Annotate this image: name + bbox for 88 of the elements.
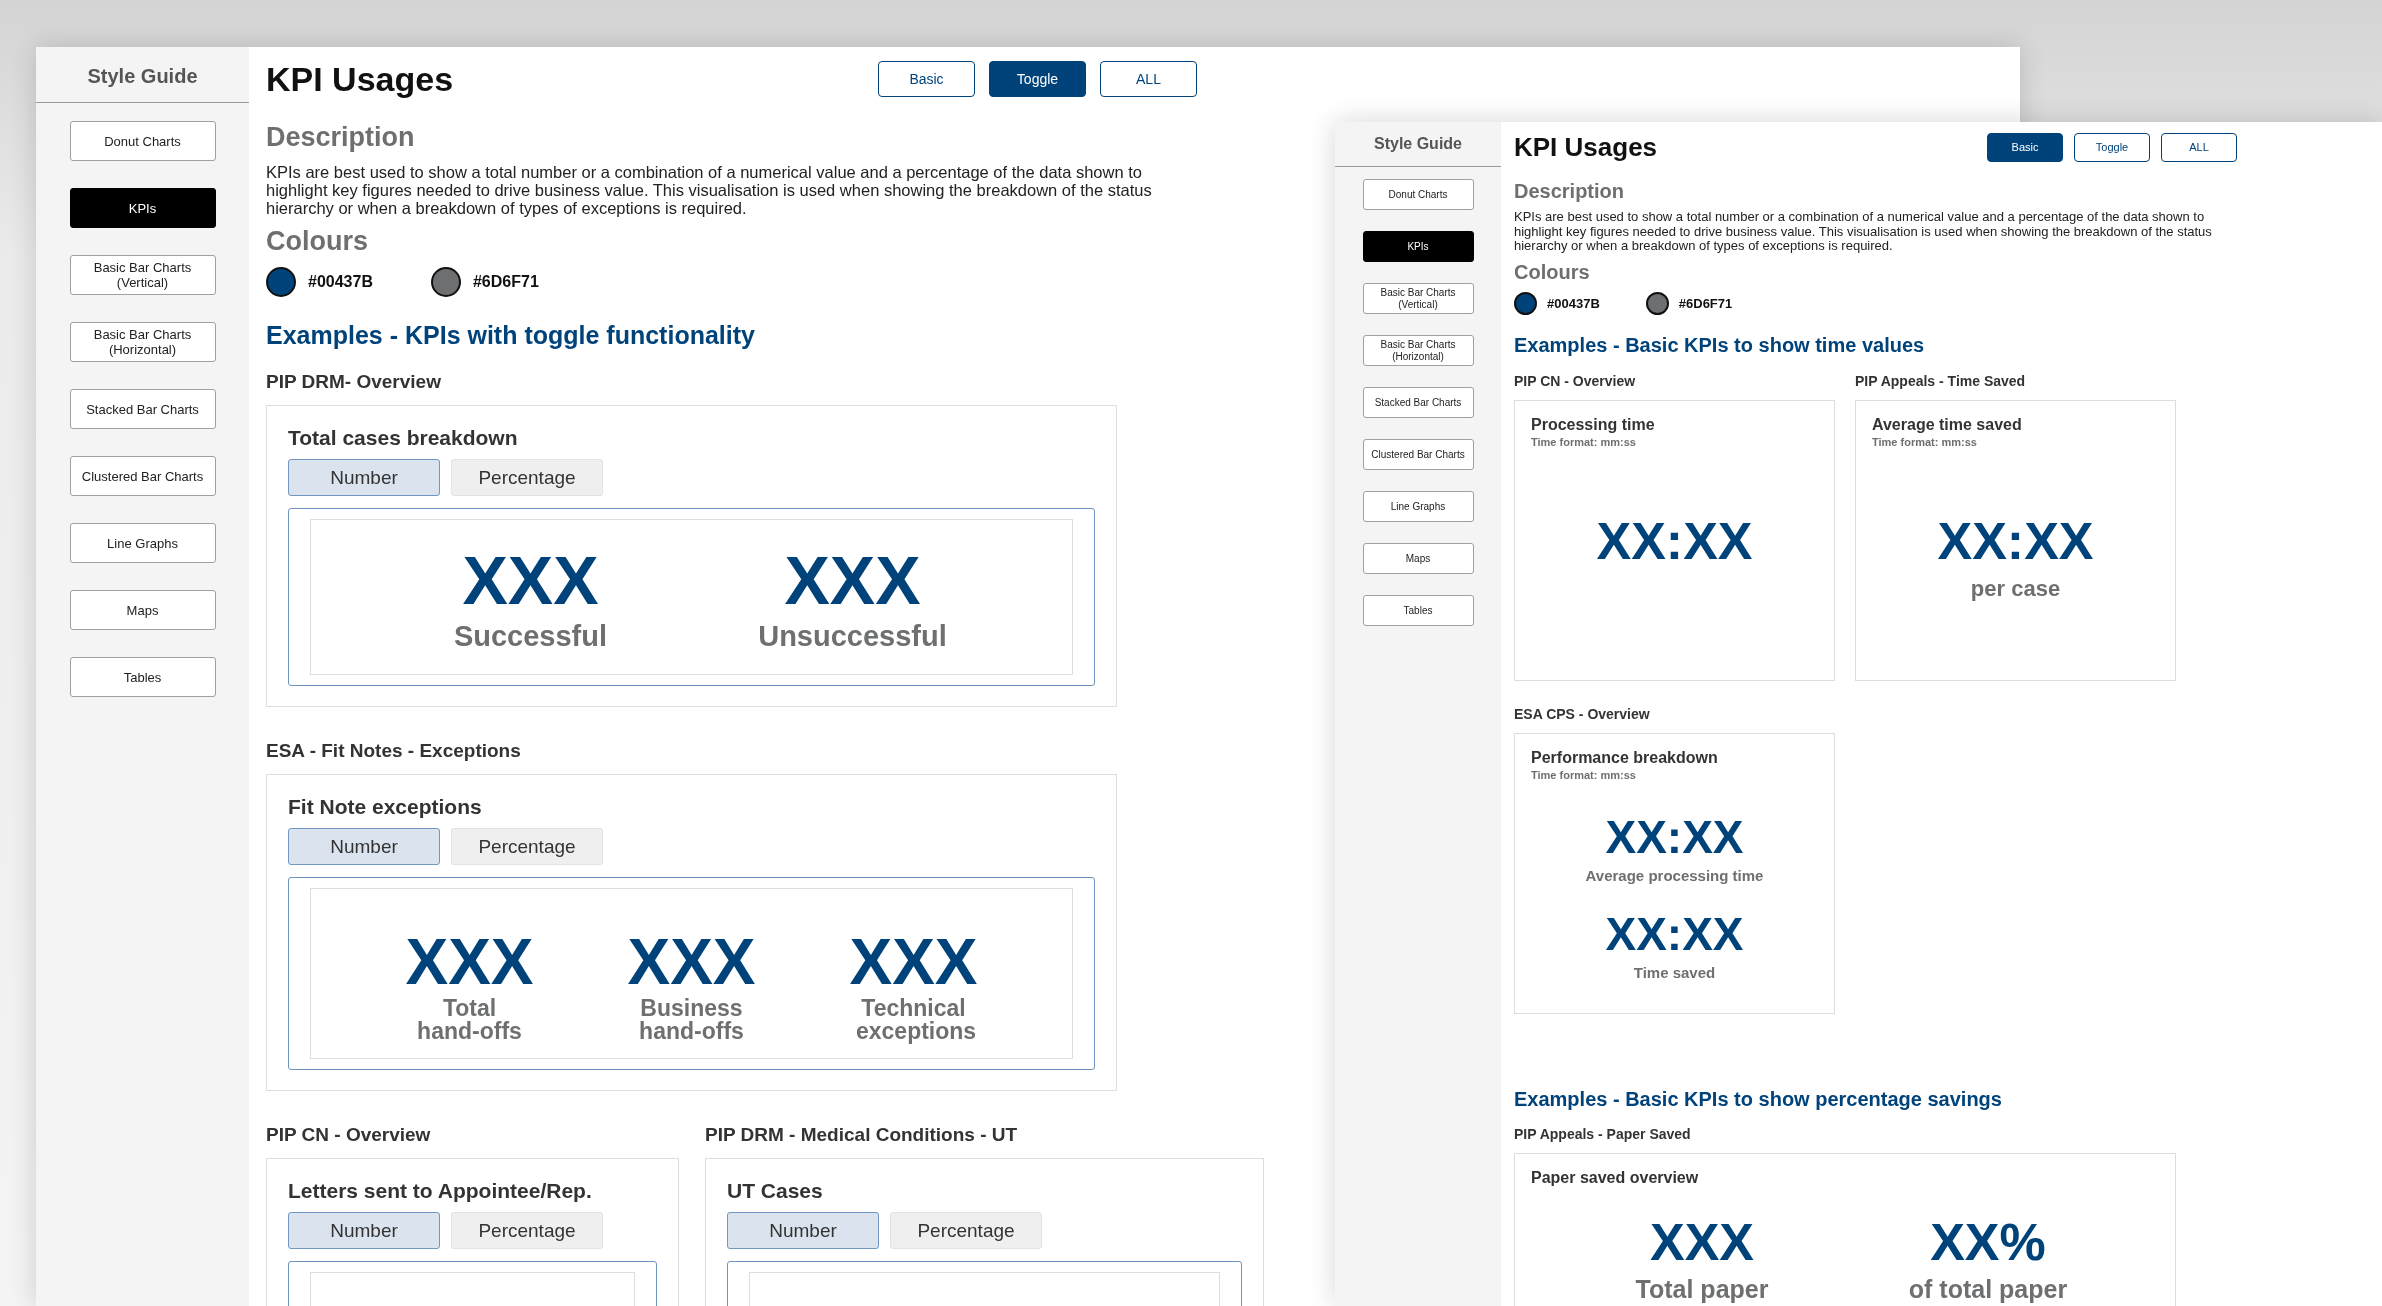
view-tab[interactable]: ALL (2161, 132, 2237, 162)
sidebar-item[interactable]: Basic Bar Charts (Vertical) (1362, 283, 1474, 314)
sidebar-title: Style Guide (1374, 135, 1462, 152)
card-caption: ESA - Fit Notes - Exceptions (266, 740, 521, 762)
sidebar-item[interactable]: KPIs (69, 188, 216, 228)
view-tab[interactable]: Toggle (2074, 132, 2150, 162)
examples-heading: Examples - Basic KPIs to show time values (1514, 332, 1925, 357)
sidebar-item[interactable]: Basic Bar Charts (Horizontal) (69, 322, 216, 362)
kpi-value: XX:XX (1605, 811, 1744, 862)
section-heading: Description (266, 121, 415, 153)
kpi-value: XXX (784, 545, 921, 615)
kpi-value: XXX (1649, 1213, 1755, 1270)
kpi-label: Time saved (1633, 963, 1716, 982)
page-title: KPI Usages (266, 59, 454, 99)
card-caption: PIP Appeals - Time Saved (1855, 372, 2026, 390)
kpi-label: per case (1970, 576, 2061, 601)
colour-code: #6D6F71 (472, 273, 539, 291)
kpi-value: XXX (405, 929, 534, 995)
kpi-label: Total hand-offs (416, 997, 523, 1043)
kpi-label: Unsuccessful (758, 620, 947, 652)
kpi-value: XX:XX (1605, 908, 1744, 959)
toggle-button[interactable]: Number (288, 459, 440, 496)
card-title: Paper saved overview (1531, 1167, 1700, 1187)
card-title: Letters sent to Appointee/Rep. (288, 1179, 593, 1203)
description-text: KPIs are best used to show a total number or a combination of a numerical value and a percentage of the data shown to highlight key figures needed to drive business value. This visualisation is used when showing the breakdown of the status hierarchy or when a breakdown of types of exceptions is required. (266, 163, 1153, 217)
card-title: Average time saved (1872, 414, 2023, 434)
colour-code: #00437B (308, 273, 373, 291)
kpi-label: Total paper (1635, 1274, 1769, 1303)
card-caption: PIP DRM- Overview (266, 371, 441, 393)
kpi-label: Business hand-offs (638, 997, 745, 1043)
kpi-value: XX:XX (1596, 512, 1753, 569)
sidebar-item[interactable]: Clustered Bar Charts (69, 456, 216, 496)
card-title: Fit Note exceptions (288, 795, 483, 819)
sidebar-item[interactable]: KPIs (1362, 231, 1474, 262)
kpi-value: XX:XX (1937, 512, 2094, 569)
kpi-label: of total paper (1908, 1274, 2068, 1303)
card-title: Performance breakdown (1531, 747, 1719, 767)
sidebar-item[interactable]: Maps (69, 590, 216, 630)
kpi-value: XXX (849, 929, 978, 995)
toggle-button[interactable]: Number (727, 1212, 879, 1249)
toggle-button[interactable]: Percentage (451, 1212, 603, 1249)
sidebar-item[interactable]: Stacked Bar Charts (69, 389, 216, 429)
sidebar-item[interactable]: Stacked Bar Charts (1362, 387, 1474, 418)
sidebar-item[interactable]: Donut Charts (1362, 179, 1474, 210)
toggle-button[interactable]: Number (288, 1212, 440, 1249)
examples-heading: Examples - KPIs with toggle functionality (266, 320, 755, 350)
sidebar-item[interactable]: Tables (1362, 595, 1474, 626)
kpi-value: XXX (627, 929, 756, 995)
section-heading: Colours (266, 225, 368, 257)
view-tab[interactable]: ALL (1100, 61, 1197, 97)
kpi-value: XX% (1930, 1213, 2046, 1270)
sidebar-item[interactable]: Donut Charts (69, 121, 216, 161)
colour-code: #6D6F71 (1678, 295, 1733, 311)
kpi-label: Successful (453, 620, 608, 652)
sidebar-item[interactable]: Basic Bar Charts (Vertical) (69, 255, 216, 295)
kpi-value: XXX (462, 545, 599, 615)
toggle-button[interactable]: Percentage (451, 828, 603, 865)
card-caption: PIP DRM - Medical Conditions - UT (705, 1124, 1018, 1146)
sidebar-item[interactable]: Line Graphs (1362, 491, 1474, 522)
section-heading: Colours (1514, 259, 1590, 284)
sidebar-item[interactable]: Maps (1362, 543, 1474, 574)
card-caption: PIP Appeals - Paper Saved (1514, 1125, 1691, 1143)
description-text: KPIs are best used to show a total number or a combination of a numerical value and a percentage of the data shown to highlight key figures needed to drive business value. This visualisation is used when showing the breakdown of the status hierarchy or when a breakdown of types of exceptions is required. (1514, 210, 2213, 254)
toggle-button[interactable]: Percentage (890, 1212, 1042, 1249)
examples-heading: Examples - Basic KPIs to show percentage savings (1514, 1086, 2002, 1111)
sidebar-item[interactable]: Line Graphs (69, 523, 216, 563)
section-heading: Description (1514, 179, 1625, 203)
colour-code: #00437B (1547, 295, 1600, 311)
sidebar-item[interactable]: Clustered Bar Charts (1362, 439, 1474, 470)
card-subtitle: Time format: mm:ss (1531, 768, 1637, 782)
card-subtitle: Time format: mm:ss (1872, 435, 1978, 449)
view-tab[interactable]: Basic (878, 61, 975, 97)
view-tab[interactable]: Basic (1987, 132, 2063, 162)
card-caption: ESA CPS - Overview (1514, 705, 1650, 723)
card-title: Processing time (1531, 414, 1656, 434)
sidebar-item[interactable]: Basic Bar Charts (Horizontal) (1362, 335, 1474, 366)
card-subtitle: Time format: mm:ss (1531, 435, 1637, 449)
toggle-button[interactable]: Number (288, 828, 440, 865)
page-title: KPI Usages (1514, 131, 1658, 163)
card-caption: PIP CN - Overview (266, 1124, 431, 1146)
card-title: Total cases breakdown (288, 426, 519, 450)
card-caption: PIP CN - Overview (1514, 372, 1636, 390)
sidebar-title: Style Guide (87, 65, 198, 87)
kpi-label: Average processing time (1585, 866, 1764, 885)
view-tab[interactable]: Toggle (989, 61, 1086, 97)
card-title: UT Cases (727, 1179, 824, 1203)
sidebar-item[interactable]: Tables (69, 657, 216, 697)
toggle-button[interactable]: Percentage (451, 459, 603, 496)
